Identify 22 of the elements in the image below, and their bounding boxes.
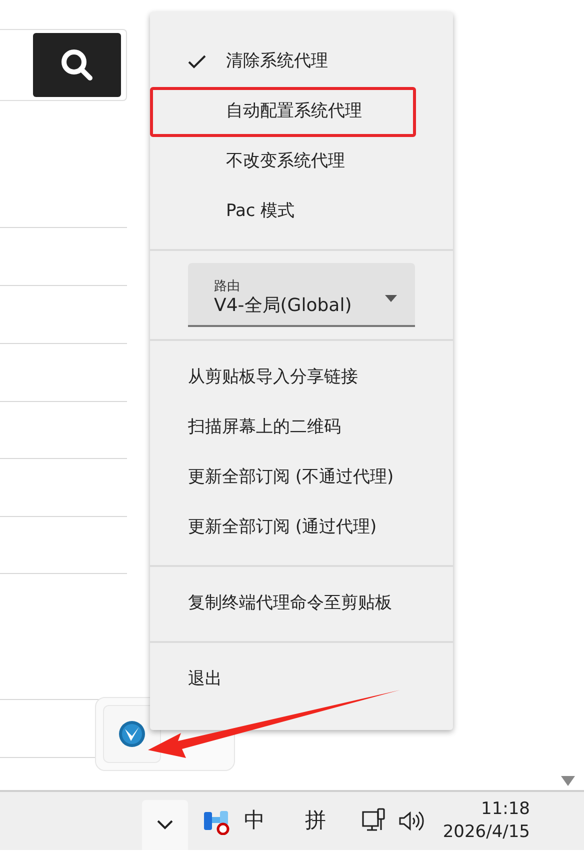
menu-item[interactable]: 自动配置系统代理: [150, 87, 416, 137]
menu-item[interactable]: 不改变系统代理: [150, 137, 453, 187]
caret-icon: [385, 295, 397, 302]
check-icon: [188, 55, 206, 69]
ime-mode-button[interactable]: 拼: [305, 805, 326, 837]
route-select[interactable]: 路由 V4-全局(Global): [188, 263, 415, 327]
scroll-down-icon[interactable]: [561, 776, 575, 786]
ime-language-button[interactable]: 中: [244, 805, 265, 837]
volume-icon[interactable]: [398, 810, 424, 832]
menu-item[interactable]: 更新全部订阅 (不通过代理): [150, 453, 453, 503]
clock-time[interactable]: 11:18: [440, 798, 530, 821]
app-logo-icon: [118, 720, 146, 748]
menu-item[interactable]: 更新全部订阅 (通过代理): [150, 503, 453, 553]
menu-item[interactable]: 清除系统代理: [150, 37, 453, 87]
menu-item[interactable]: 复制终端代理命令至剪贴板: [150, 579, 453, 629]
menu-item[interactable]: 扫描屏幕上的二维码: [150, 403, 453, 453]
menu-item[interactable]: Pac 模式: [150, 187, 453, 237]
menu-item[interactable]: 从剪贴板导入分享链接: [150, 353, 453, 403]
chevron-icon: [157, 820, 173, 830]
menu-item[interactable]: 退出: [150, 655, 453, 705]
clock-date[interactable]: 2026/4/15: [440, 821, 530, 844]
search-button[interactable]: [33, 33, 121, 97]
